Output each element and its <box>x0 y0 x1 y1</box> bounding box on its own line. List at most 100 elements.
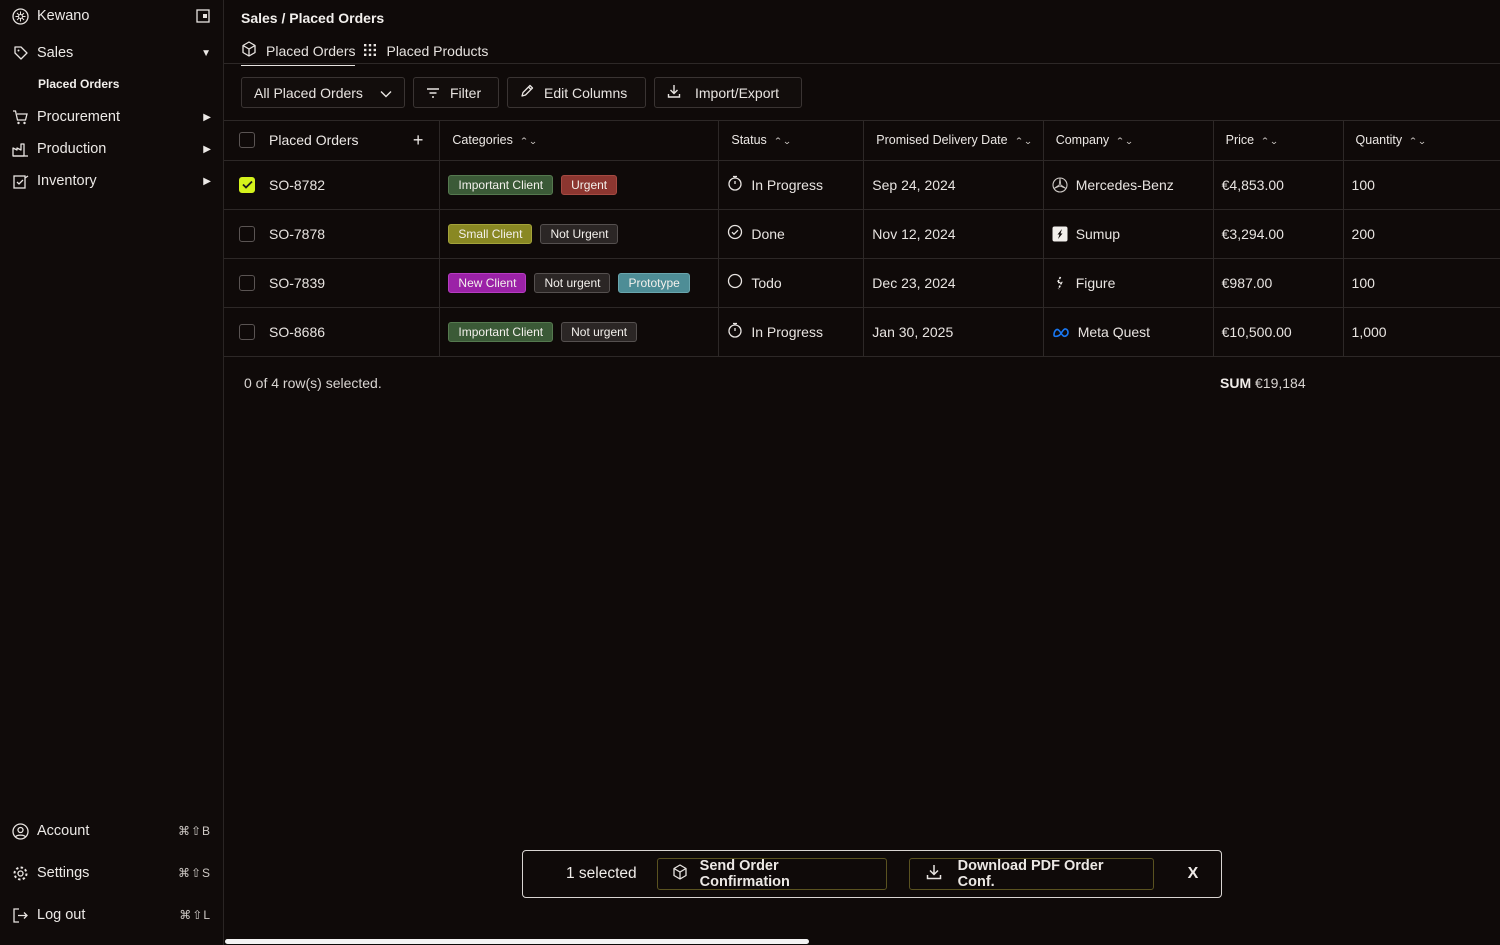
order-id[interactable]: SO-8782 <box>269 177 325 193</box>
caret-down-icon: ▼ <box>201 47 211 59</box>
order-id-cell: SO-7878 <box>224 209 441 259</box>
status-cell[interactable]: In Progress <box>718 307 865 357</box>
category-tag[interactable]: Important Client <box>448 174 554 195</box>
factory-icon <box>12 141 29 158</box>
category-tag[interactable]: Prototype <box>618 272 690 293</box>
column-header-status[interactable]: Status ⌃⌄ <box>718 121 865 161</box>
brand-name: Kewano <box>37 8 90 24</box>
categories-cell: New Client Not urgent Prototype <box>439 258 720 308</box>
edit-columns-button[interactable]: Edit Columns <box>507 77 646 108</box>
status-cell[interactable]: In Progress <box>718 160 865 210</box>
status-label: Done <box>751 225 785 242</box>
filter-icon <box>426 85 440 101</box>
sumup-logo-icon <box>1052 226 1068 242</box>
row-checkbox[interactable] <box>239 274 255 291</box>
logout-icon <box>12 907 29 924</box>
view-select[interactable]: All Placed Orders <box>241 77 405 108</box>
status-cell[interactable]: Done <box>718 209 865 259</box>
import-export-button[interactable]: Import/Export <box>654 77 802 108</box>
sidebar-item-label: Procurement <box>37 109 121 125</box>
column-header-categories[interactable]: Categories ⌃⌄ <box>439 121 720 161</box>
quantity: 100 <box>1351 274 1375 291</box>
category-tag[interactable]: Important Client <box>448 321 554 342</box>
user-circle-icon <box>12 822 29 840</box>
category-tag[interactable]: Not urgent <box>534 272 611 293</box>
circle-icon <box>727 273 743 292</box>
plus-icon[interactable]: + <box>413 130 424 151</box>
table-row[interactable]: SO-8782 Important Client Urgent In Progre… <box>224 160 1500 210</box>
send-confirmation-button[interactable]: Send Order Confirmation <box>656 858 887 890</box>
sidebar-item-label: Settings <box>37 865 90 881</box>
sidebar-item-account[interactable]: Account ⌘⇧B <box>12 819 211 843</box>
column-header-company[interactable]: Company ⌃⌄ <box>1043 121 1214 161</box>
sidebar-item-label: Sales <box>37 45 74 61</box>
tab-label: Placed Products <box>386 43 489 59</box>
horizontal-scrollbar[interactable] <box>225 939 809 944</box>
column-header-price[interactable]: Price ⌃⌄ <box>1213 121 1344 161</box>
company-name: Meta Quest <box>1077 323 1151 340</box>
row-checkbox[interactable] <box>239 323 255 340</box>
brand-row[interactable]: Kewano <box>12 4 211 28</box>
category-tag[interactable]: Not Urgent <box>540 223 619 244</box>
category-tag[interactable]: Small Client <box>448 223 533 244</box>
sidebar-item-inventory[interactable]: Inventory ▶ <box>12 169 211 193</box>
order-id[interactable]: SO-7839 <box>269 275 325 291</box>
stopwatch-icon <box>727 322 743 341</box>
download-pdf-button[interactable]: Download PDF Order Conf. <box>908 858 1154 890</box>
company-cell: Figure <box>1043 258 1214 308</box>
sidebar-item-procurement[interactable]: Procurement ▶ <box>12 105 211 129</box>
table-row[interactable]: SO-8686 Important Client Not urgent In Pr… <box>224 307 1500 357</box>
category-tag[interactable]: New Client <box>448 272 527 293</box>
delivery-date: Jan 30, 2025 <box>872 323 954 340</box>
clipboard-check-icon <box>12 173 29 190</box>
quantity: 1,000 <box>1351 323 1387 340</box>
category-tag[interactable]: Not urgent <box>561 321 638 342</box>
select-all-checkbox[interactable] <box>239 132 255 149</box>
sidebar-subitem-placed-orders[interactable]: Placed Orders <box>38 77 119 91</box>
order-id[interactable]: SO-8686 <box>269 324 325 340</box>
sort-icon: ⌃⌄ <box>773 136 792 147</box>
sidebar-item-label: Log out <box>37 907 86 923</box>
table-header-row: Placed Orders + Categories ⌃⌄ Status ⌃⌄ Pr… <box>224 121 1500 161</box>
company-name: Figure <box>1075 274 1116 291</box>
main-content: Sales / Placed Orders Placed Orders Plac… <box>224 0 1500 945</box>
company-name: Sumup <box>1075 225 1121 242</box>
order-id-cell: SO-7839 <box>224 258 441 308</box>
bulk-action-bar: 1 selected Send Order Confirmation Downl… <box>522 850 1222 898</box>
sum-value: €19,184 <box>1255 375 1306 391</box>
price: €10,500.00 <box>1221 323 1292 340</box>
row-checkbox[interactable] <box>239 176 255 193</box>
column-header-quantity[interactable]: Quantity ⌃⌄ <box>1343 121 1500 161</box>
caret-right-icon: ▶ <box>203 143 211 155</box>
status-cell[interactable]: Todo <box>718 258 865 308</box>
column-label: Status <box>731 133 767 148</box>
order-id-cell: SO-8782 <box>224 160 441 210</box>
price: €987.00 <box>1221 274 1273 291</box>
box-icon <box>672 864 688 884</box>
quantity-cell: 100 <box>1343 258 1500 308</box>
sidebar-item-logout[interactable]: Log out ⌘⇧L <box>12 903 211 927</box>
row-checkbox[interactable] <box>239 225 255 242</box>
sidebar-item-production[interactable]: Production ▶ <box>12 137 211 161</box>
category-tag[interactable]: Urgent <box>561 174 618 195</box>
categories-cell: Important Client Urgent <box>439 160 720 210</box>
order-id[interactable]: SO-7878 <box>269 226 325 242</box>
meta-logo-icon <box>1052 326 1070 338</box>
close-action-bar-button[interactable]: X <box>1188 865 1199 883</box>
table-row[interactable]: SO-7878 Small Client Not Urgent Done Nov … <box>224 209 1500 259</box>
sidebar-toggle-icon[interactable] <box>194 8 211 25</box>
download-icon <box>667 84 681 101</box>
selected-count: 1 selected <box>566 865 637 882</box>
table-row[interactable]: SO-7839 New Client Not urgent Prototype To… <box>224 258 1500 308</box>
company-cell: Sumup <box>1043 209 1214 259</box>
sum-label: SUM <box>1220 375 1252 391</box>
price-cell: €4,853.00 <box>1213 160 1344 210</box>
column-header-delivery-date[interactable]: Promised Delivery Date ⌃⌄ <box>863 121 1044 161</box>
sidebar-item-sales[interactable]: Sales ▼ <box>12 41 211 65</box>
sidebar-item-settings[interactable]: Settings ⌘⇧S <box>12 861 211 885</box>
sum-total: SUM €19,184 <box>1220 375 1306 391</box>
filter-button[interactable]: Filter <box>413 77 499 108</box>
filter-label: Filter <box>450 84 482 101</box>
sort-icon: ⌃⌄ <box>519 136 538 147</box>
download-icon <box>926 864 942 884</box>
